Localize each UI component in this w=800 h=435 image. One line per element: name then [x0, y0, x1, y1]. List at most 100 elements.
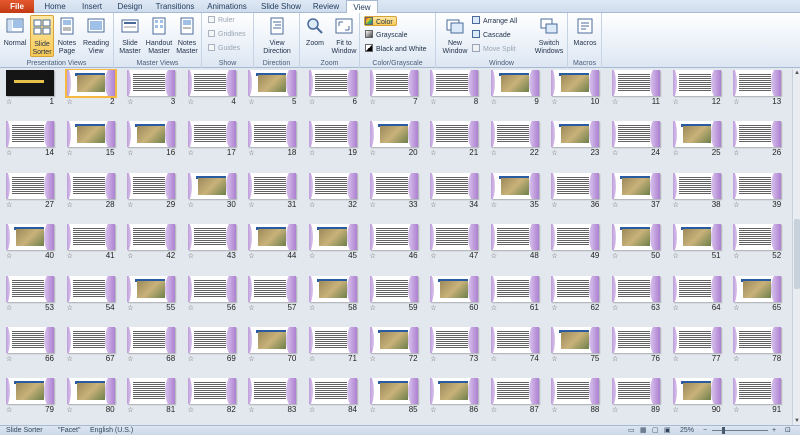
- slide-thumbnail[interactable]: ☆ 74: [490, 327, 539, 365]
- transition-star-icon[interactable]: ☆: [248, 98, 254, 106]
- slide-thumbnail[interactable]: ☆ 15: [66, 121, 115, 159]
- notes-page-button[interactable]: Notes Page: [56, 15, 78, 57]
- slide-thumbnail[interactable]: ☆ 84: [309, 378, 357, 416]
- slide-thumbnail[interactable]: ☆ 79: [6, 378, 54, 416]
- tab-review[interactable]: Review: [308, 0, 344, 13]
- slide-thumbnail[interactable]: ☆ 75: [551, 327, 600, 365]
- slide-thumbnail[interactable]: ☆ 60: [430, 275, 479, 314]
- slide-thumbnail[interactable]: ☆ 58: [309, 275, 357, 314]
- slide-thumbnail[interactable]: ☆ 51: [672, 224, 721, 262]
- slide-thumbnail[interactable]: ☆ 66: [6, 327, 54, 365]
- slide-thumbnail[interactable]: ☆ 11: [612, 70, 660, 108]
- transition-star-icon[interactable]: ☆: [491, 304, 497, 312]
- transition-star-icon[interactable]: ☆: [430, 406, 436, 414]
- zoom-in-icon[interactable]: +: [772, 426, 776, 435]
- transition-star-icon[interactable]: ☆: [6, 252, 12, 260]
- transition-star-icon[interactable]: ☆: [612, 304, 618, 312]
- transition-star-icon[interactable]: ☆: [309, 304, 315, 312]
- switch-windows-button[interactable]: Switch Windows: [532, 15, 566, 57]
- slide-thumbnail[interactable]: ☆ 69: [187, 327, 236, 365]
- view-direction-button[interactable]: View Direction: [258, 15, 296, 57]
- notes-master-button[interactable]: Notes Master: [174, 15, 200, 57]
- slide-thumbnail[interactable]: ☆ 2: [64, 69, 117, 108]
- scrollbar-thumb[interactable]: [794, 219, 800, 289]
- transition-star-icon[interactable]: ☆: [733, 406, 739, 414]
- slide-thumbnail[interactable]: ☆ 49: [551, 224, 600, 262]
- transition-star-icon[interactable]: ☆: [370, 149, 376, 157]
- tab-insert[interactable]: Insert: [74, 0, 110, 13]
- transition-star-icon[interactable]: ☆: [673, 98, 679, 106]
- tab-design[interactable]: Design: [112, 0, 148, 13]
- zoom-button[interactable]: Zoom: [302, 15, 328, 57]
- slide-thumbnail[interactable]: ☆ 47: [430, 224, 479, 262]
- slide-thumbnail[interactable]: ☆ 4: [187, 70, 236, 108]
- slide-thumbnail[interactable]: ☆ 20: [369, 121, 418, 159]
- slide-thumbnail[interactable]: ☆ 36: [551, 172, 600, 211]
- transition-star-icon[interactable]: ☆: [248, 355, 254, 363]
- transition-star-icon[interactable]: ☆: [733, 252, 739, 260]
- normal-view-status-icon[interactable]: ▭: [628, 426, 635, 435]
- transition-star-icon[interactable]: ☆: [370, 355, 376, 363]
- slide-thumbnail[interactable]: ☆ 72: [369, 327, 418, 365]
- transition-star-icon[interactable]: ☆: [309, 149, 315, 157]
- transition-star-icon[interactable]: ☆: [612, 149, 618, 157]
- slide-thumbnail[interactable]: ☆ 48: [490, 224, 539, 262]
- slide-thumbnail[interactable]: ☆ 43: [187, 224, 236, 262]
- transition-star-icon[interactable]: ☆: [612, 252, 618, 260]
- transition-star-icon[interactable]: ☆: [127, 304, 133, 312]
- slide-thumbnail[interactable]: ☆ 17: [187, 121, 236, 159]
- slide-thumbnail[interactable]: ☆ 64: [672, 275, 721, 314]
- slide-thumbnail[interactable]: ☆ 85: [369, 378, 418, 416]
- slide-thumbnail[interactable]: ☆ 31: [248, 172, 297, 211]
- transition-star-icon[interactable]: ☆: [248, 149, 254, 157]
- transition-star-icon[interactable]: ☆: [188, 98, 194, 106]
- slide-thumbnail[interactable]: ☆ 52: [733, 224, 782, 262]
- slide-thumbnail[interactable]: ☆ 38: [672, 172, 721, 211]
- zoom-slider-knob[interactable]: [722, 427, 725, 434]
- transition-star-icon[interactable]: ☆: [673, 149, 679, 157]
- transition-star-icon[interactable]: ☆: [733, 201, 739, 209]
- transition-star-icon[interactable]: ☆: [370, 98, 376, 106]
- transition-star-icon[interactable]: ☆: [733, 98, 739, 106]
- transition-star-icon[interactable]: ☆: [188, 355, 194, 363]
- transition-star-icon[interactable]: ☆: [6, 201, 12, 209]
- slide-thumbnail[interactable]: ☆ 14: [6, 121, 54, 159]
- transition-star-icon[interactable]: ☆: [309, 252, 315, 260]
- transition-star-icon[interactable]: ☆: [127, 98, 133, 106]
- transition-star-icon[interactable]: ☆: [733, 355, 739, 363]
- transition-star-icon[interactable]: ☆: [67, 149, 73, 157]
- slide-thumbnail[interactable]: ☆ 89: [612, 378, 660, 416]
- slide-thumbnail[interactable]: ☆ 39: [733, 172, 782, 211]
- transition-star-icon[interactable]: ☆: [248, 304, 254, 312]
- slide-thumbnail[interactable]: ☆ 19: [309, 121, 357, 159]
- transition-star-icon[interactable]: ☆: [127, 355, 133, 363]
- transition-star-icon[interactable]: ☆: [430, 201, 436, 209]
- transition-star-icon[interactable]: ☆: [6, 355, 12, 363]
- ruler-checkbox[interactable]: Ruler: [208, 16, 235, 26]
- transition-star-icon[interactable]: ☆: [67, 98, 73, 106]
- transition-star-icon[interactable]: ☆: [67, 252, 73, 260]
- slide-thumbnail[interactable]: ☆ 9: [490, 70, 539, 108]
- slide-thumbnail[interactable]: ☆ 1: [6, 70, 54, 108]
- black-and-white-button[interactable]: Black and White: [365, 44, 427, 54]
- slide-thumbnail[interactable]: ☆ 57: [248, 275, 297, 314]
- slide-thumbnail[interactable]: ☆ 83: [248, 378, 297, 416]
- transition-star-icon[interactable]: ☆: [430, 304, 436, 312]
- slide-master-button[interactable]: Slide Master: [116, 15, 144, 57]
- transition-star-icon[interactable]: ☆: [612, 406, 618, 414]
- macros-button[interactable]: Macros: [570, 15, 600, 57]
- transition-star-icon[interactable]: ☆: [67, 406, 73, 414]
- transition-star-icon[interactable]: ☆: [188, 304, 194, 312]
- slide-thumbnail[interactable]: ☆ 54: [66, 275, 115, 314]
- transition-star-icon[interactable]: ☆: [612, 201, 618, 209]
- transition-star-icon[interactable]: ☆: [309, 98, 315, 106]
- slide-thumbnail[interactable]: ☆ 73: [430, 327, 479, 365]
- slide-thumbnail[interactable]: ☆ 59: [369, 275, 418, 314]
- fit-slide-icon[interactable]: ⊡: [785, 426, 791, 435]
- slide-thumbnail[interactable]: ☆ 16: [127, 121, 176, 159]
- slide-thumbnail[interactable]: ☆ 78: [733, 327, 782, 365]
- slide-thumbnail[interactable]: ☆ 8: [430, 70, 479, 108]
- slide-thumbnail[interactable]: ☆ 3: [127, 70, 176, 108]
- transition-star-icon[interactable]: ☆: [370, 304, 376, 312]
- slide-thumbnail[interactable]: ☆ 26: [733, 121, 782, 159]
